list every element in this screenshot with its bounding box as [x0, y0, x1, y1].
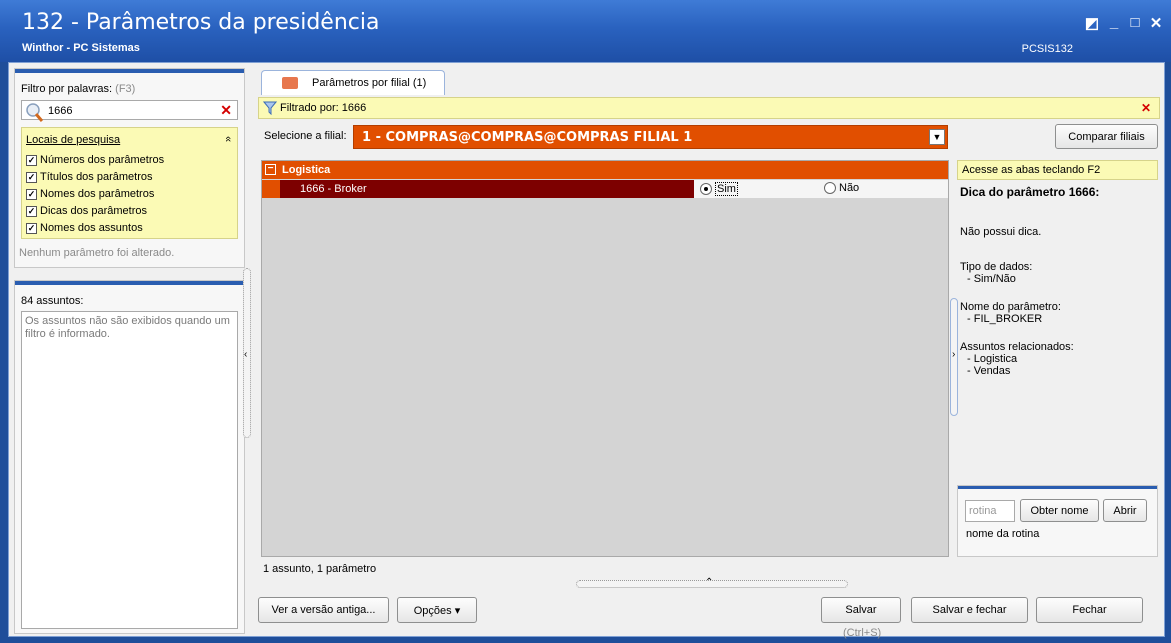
check-label: Nomes dos assuntos: [40, 222, 143, 234]
no-change-message: Nenhum parâmetro foi alterado.: [19, 247, 175, 259]
checkbox[interactable]: ✓: [26, 222, 37, 234]
group-name: Logistica: [282, 164, 331, 176]
panel-bar: [958, 486, 1157, 489]
collapse-minus-icon[interactable]: −: [265, 164, 276, 175]
param-name-value: - FIL_BROKER: [967, 313, 1043, 325]
restore-icon[interactable]: ◩: [1081, 14, 1103, 32]
tip-heading: Dica do parâmetro 1666:: [960, 185, 1100, 199]
row-stripe: [262, 180, 280, 198]
routine-name: nome da rotina: [966, 528, 1040, 540]
search-field[interactable]: ✕: [21, 100, 238, 122]
open-button[interactable]: Abrir: [1103, 499, 1147, 522]
filial-value: 1 - COMPRAS@COMPRAS@COMPRAS FILIAL 1: [362, 130, 693, 145]
right-splitter[interactable]: ›: [950, 298, 958, 416]
window-title: 132 - Parâmetros da presidência: [22, 10, 380, 35]
filial-label: Selecione a filial:: [264, 130, 347, 142]
get-name-button[interactable]: Obter nome: [1020, 499, 1099, 522]
filter-notice-text: Filtrado por: 1666: [280, 102, 367, 114]
check-titulos[interactable]: ✓ Títulos dos parâmetros: [26, 169, 153, 185]
old-version-button[interactable]: Ver a versão antiga...: [258, 597, 389, 623]
panel-bar: [15, 69, 244, 73]
left-splitter[interactable]: ‹: [243, 268, 251, 438]
close-icon[interactable]: ✕: [1145, 14, 1167, 32]
expand-right-icon[interactable]: ›: [952, 349, 955, 360]
checkbox[interactable]: ✓: [26, 171, 37, 183]
clear-search-icon[interactable]: ✕: [220, 102, 232, 119]
save-shortcut: (Ctrl+S): [843, 627, 882, 639]
routine-box: Obter nome Abrir nome da rotina: [957, 485, 1158, 557]
search-locations-title: Locais de pesquisa: [26, 134, 120, 146]
radio-button[interactable]: [700, 183, 712, 195]
parameters-grid: − Logistica 1666 - Broker Sim Não: [261, 160, 949, 557]
group-row-logistica[interactable]: − Logistica: [262, 161, 948, 179]
search-locations: Locais de pesquisa « ✓ Números dos parâme…: [21, 127, 238, 239]
routine-code: PCSIS132: [1021, 43, 1073, 55]
check-numeros[interactable]: ✓ Números dos parâmetros: [26, 152, 164, 168]
tab-parametros-por-filial[interactable]: Parâmetros por filial (1): [261, 70, 445, 95]
search-input[interactable]: [48, 103, 208, 118]
subjects-box: 84 assuntos: Os assuntos não são exibido…: [14, 280, 245, 634]
data-type-label: Tipo de dados:: [960, 261, 1033, 273]
checkbox[interactable]: ✓: [26, 205, 37, 217]
panel-bar: [15, 281, 244, 285]
filter-shortcut: (F3): [115, 83, 136, 95]
related-subject: - Logistica: [967, 353, 1018, 365]
maximize-icon[interactable]: □: [1124, 14, 1146, 31]
subjects-message: Os assuntos não são exibidos quando um f…: [25, 315, 230, 340]
radio-sim[interactable]: Sim: [700, 182, 738, 196]
data-type-value: - Sim/Não: [967, 273, 1016, 285]
subjects-title: 84 assuntos:: [21, 295, 84, 307]
param-name: 1666 - Broker: [300, 183, 367, 195]
bottom-splitter[interactable]: ⌃: [576, 577, 848, 588]
minimize-icon[interactable]: _: [1103, 14, 1125, 31]
close-button[interactable]: Fechar: [1036, 597, 1143, 623]
filter-notice: Filtrado por: 1666 ✕: [258, 97, 1160, 119]
search-locations-title-text: Locais de pesquisa: [26, 134, 121, 146]
left-panel: Filtro por palavras: (F3) ✕ Locais de pe…: [14, 68, 245, 634]
related-subject: - Vendas: [967, 365, 1011, 377]
tip-text: Não possui dica.: [960, 226, 1042, 238]
radio-button[interactable]: [824, 182, 836, 194]
save-button[interactable]: Salvar: [821, 597, 901, 623]
status-text: 1 assunto, 1 parâmetro: [263, 563, 377, 575]
table-row[interactable]: 1666 - Broker Sim Não: [262, 180, 948, 198]
check-nomes[interactable]: ✓ Nomes dos parâmetros: [26, 186, 154, 202]
param-tip-panel: Dica do parâmetro 1666: Não possui dica.…: [960, 186, 1156, 377]
filter-box: Filtro por palavras: (F3) ✕ Locais de pe…: [14, 68, 245, 268]
chevron-up-icon[interactable]: ⌃: [705, 577, 713, 588]
check-assuntos[interactable]: ✓ Nomes dos assuntos: [26, 220, 143, 236]
remove-filter-icon[interactable]: ✕: [1141, 101, 1151, 115]
check-label: Nomes dos parâmetros: [40, 188, 155, 200]
related-subjects-label: Assuntos relacionados:: [960, 341, 1074, 353]
check-dicas[interactable]: ✓ Dicas dos parâmetros: [26, 203, 147, 219]
search-icon: [26, 103, 44, 122]
tab-label: Parâmetros por filial (1): [312, 77, 427, 89]
chevron-down-icon[interactable]: ▼: [929, 129, 945, 145]
compare-filiais-button[interactable]: Comparar filiais: [1055, 124, 1158, 149]
routine-input[interactable]: [965, 500, 1015, 522]
radio-nao[interactable]: Não: [824, 182, 859, 194]
filial-select[interactable]: 1 - COMPRAS@COMPRAS@COMPRAS FILIAL 1 ▼: [353, 125, 948, 149]
radio-label: Não: [839, 182, 860, 194]
collapse-left-icon[interactable]: ‹: [244, 349, 247, 360]
checkbox[interactable]: ✓: [26, 154, 37, 166]
check-label: Números dos parâmetros: [40, 154, 165, 166]
filter-label: Filtro por palavras: (F3): [21, 83, 135, 95]
checkbox[interactable]: ✓: [26, 188, 37, 200]
check-label: Dicas dos parâmetros: [40, 205, 147, 217]
param-name-cell[interactable]: 1666 - Broker: [280, 180, 694, 198]
check-label: Títulos dos parâmetros: [40, 171, 153, 183]
folder-icon: [282, 77, 298, 89]
options-button[interactable]: Opções ▾: [397, 597, 477, 623]
radio-label: Sim: [715, 182, 738, 196]
save-and-close-button[interactable]: Salvar e fechar: [911, 597, 1028, 623]
title-bar: 132 - Parâmetros da presidência Winthor …: [0, 0, 1171, 62]
collapse-up-icon[interactable]: «: [222, 136, 234, 142]
right-hint: Acesse as abas teclando F2: [957, 160, 1158, 180]
filter-label-text: Filtro por palavras:: [21, 83, 113, 95]
funnel-icon: [263, 101, 277, 115]
subjects-list[interactable]: Os assuntos não são exibidos quando um f…: [21, 311, 238, 629]
param-name-label: Nome do parâmetro:: [960, 301, 1061, 313]
window-subtitle: Winthor - PC Sistemas: [22, 42, 140, 54]
